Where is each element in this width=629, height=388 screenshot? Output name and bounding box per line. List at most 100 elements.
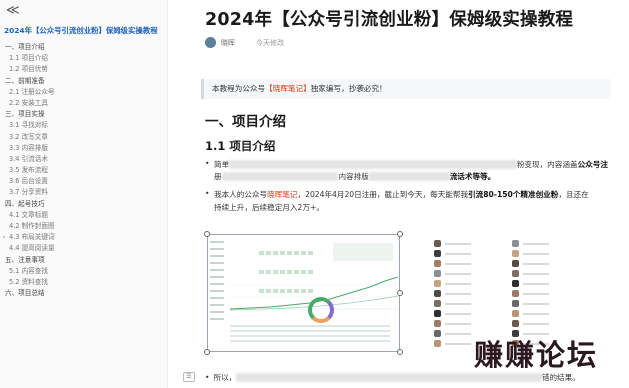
resize-handle[interactable] [397, 349, 403, 355]
toc-item[interactable]: 3.1 寻找对标 [0, 120, 167, 131]
toc-item[interactable]: 4.2 制作封面图 [0, 221, 167, 232]
toc-item-label: 4.4 提高阅读量 [9, 244, 55, 253]
toc-item-label: 3.6 后台设置 [9, 177, 48, 186]
bullet2-bold: 引流80-150个精准创业粉 [468, 190, 559, 199]
watermark-logo: 赚赚论坛 [474, 338, 599, 372]
heading-project-intro: 一、项目介绍 [205, 114, 286, 130]
toc-item[interactable]: 3.5 发布流程 [0, 165, 167, 176]
bullet2-b: ，2024年4月20日注册，截止到今天，每天能帮我 [297, 190, 469, 199]
quote-highlight: 【晓晖笔记】 [265, 84, 311, 93]
toc-item[interactable]: 2.1 注册公众号 [0, 87, 167, 98]
toc-item[interactable]: 2.2 安装工具 [0, 98, 167, 109]
bullet1-line2-a: 册 [214, 172, 222, 181]
resize-handle[interactable] [397, 231, 403, 237]
chat-avatar [434, 270, 441, 277]
chat-avatar [434, 260, 441, 267]
chat-preview [445, 323, 471, 325]
toc-item[interactable]: 3.6 后台设置 [0, 176, 167, 187]
chat-avatar [512, 240, 519, 247]
toc-item-label: 三、项目实操 [5, 110, 45, 119]
toc-item[interactable]: 一、项目介绍 [0, 42, 167, 53]
list-format-icon[interactable]: ☰ [183, 372, 195, 382]
chat-preview [445, 343, 471, 345]
calendar-cell [280, 251, 285, 255]
chat-avatar [512, 250, 519, 257]
quote-prefix: 本教程为公众号 [212, 84, 266, 93]
toc-item-label: 3.3 内容排版 [9, 143, 48, 152]
donut-chart [308, 297, 334, 323]
chat-avatar [512, 280, 519, 287]
chat-preview [445, 263, 471, 265]
toc-item-label: 3.4 引流话术 [9, 154, 48, 163]
toc-item[interactable]: 3.7 分享资料 [0, 187, 167, 198]
toc-item[interactable]: 1.2 项目优势 [0, 64, 167, 75]
toc-item[interactable]: 二、前期准备 [0, 76, 167, 87]
chat-preview [523, 303, 549, 305]
bullet3-a: 所以， [213, 373, 237, 382]
chat-avatar [512, 310, 519, 317]
dashboard-table [230, 325, 390, 345]
toc-item-label: 五、注意事项 [5, 255, 45, 264]
chat-avatar [512, 300, 519, 307]
toc-item-label: 六、项目总结 [5, 289, 45, 298]
toc-item[interactable]: 5.1 内容查找 [0, 266, 167, 277]
chat-preview [445, 253, 471, 255]
author-name[interactable]: 晓晖 [221, 38, 235, 48]
toc-item[interactable]: 4.1 文章标题 [0, 210, 167, 221]
dashboard-kpi-panel [333, 243, 393, 261]
toc-item-label: 二、前期准备 [5, 76, 45, 85]
dashboard-sidebar [210, 241, 228, 341]
bullet1-bold: 公众号注 [577, 160, 608, 169]
notice-quote: 本教程为公众号【晓晖笔记】独家编写，抄袭必究！ [201, 79, 611, 99]
chat-preview [445, 313, 471, 315]
resize-handle[interactable] [204, 349, 210, 355]
toc-item-label: 1.2 项目优势 [9, 65, 48, 74]
chat-preview [445, 243, 471, 245]
chat-avatar [434, 240, 441, 247]
toc-item[interactable]: 三、项目实操 [0, 109, 167, 120]
bullet3-b: 错的结果。 [541, 373, 580, 382]
chat-preview [445, 333, 471, 335]
toc-item[interactable]: 3.3 内容排版 [0, 143, 167, 154]
redacted-text: xxxxxxxxxxxxxxxxxxxxxxxxxxxxxxxxxxxxxxxx… [236, 373, 542, 382]
toc-item[interactable]: 1.1 项目介绍 [0, 53, 167, 64]
analytics-dashboard-image[interactable] [204, 231, 403, 355]
bullet2-a: 我本人的公众号 [214, 190, 268, 199]
toc-item[interactable]: 3.2 改写文章 [0, 132, 167, 143]
bullet-dot: • [205, 189, 210, 198]
chat-preview [445, 283, 471, 285]
chat-avatar [434, 340, 441, 347]
chat-preview [445, 293, 471, 295]
collapse-sidebar-icon[interactable]: ≪ [6, 3, 20, 18]
toc-item[interactable]: 四、起号技巧 [0, 199, 167, 210]
toc-item-label: 5.2 资料查找 [9, 277, 48, 286]
toc-item-label: 5.1 内容查找 [9, 266, 48, 275]
toc-item-label: 4.3 布局关键词 [9, 233, 55, 242]
toc-item[interactable]: 4.4 提高阅读量 [0, 243, 167, 254]
toc-title[interactable]: 2024年【公众号引流创业粉】保姆级实操教程 [4, 25, 167, 36]
chat-avatar [434, 250, 441, 257]
quote-suffix: 独家编写，抄袭必究！ [310, 84, 387, 93]
bullet2-line2: 持续上升，后续稳定月入2万+。 [214, 203, 324, 212]
chat-avatar [512, 260, 519, 267]
chat-preview [523, 293, 549, 295]
resize-handle[interactable] [397, 290, 403, 296]
toc-item-label: 2.1 注册公众号 [9, 87, 55, 96]
resize-handle[interactable] [204, 231, 210, 237]
toc-item[interactable]: 六、项目总结 [0, 288, 167, 299]
toc-item[interactable]: › 4.3 布局关键词 [0, 232, 167, 243]
toc-item[interactable]: 五、注意事项 [0, 255, 167, 266]
toc-item[interactable]: 3.4 引流话术 [0, 154, 167, 165]
toc-item-label: 4.1 文章标题 [9, 210, 48, 219]
chat-avatar [434, 310, 441, 317]
bullet-dot: • [205, 373, 210, 382]
toc-item[interactable]: 5.2 资料查找 [0, 277, 167, 288]
calendar-cell [273, 251, 278, 255]
chevron-right-icon[interactable]: › [3, 232, 5, 243]
toc-item-label: 3.1 寻找对标 [9, 121, 48, 130]
author-avatar[interactable] [205, 37, 216, 48]
bullet1-mid: 粉变现，内容涵盖 [516, 160, 578, 169]
redacted-text: xxxxxxxxxxxxxxxxxx [368, 172, 450, 181]
dashboard-calendar [258, 241, 318, 293]
chat-avatar [434, 280, 441, 287]
